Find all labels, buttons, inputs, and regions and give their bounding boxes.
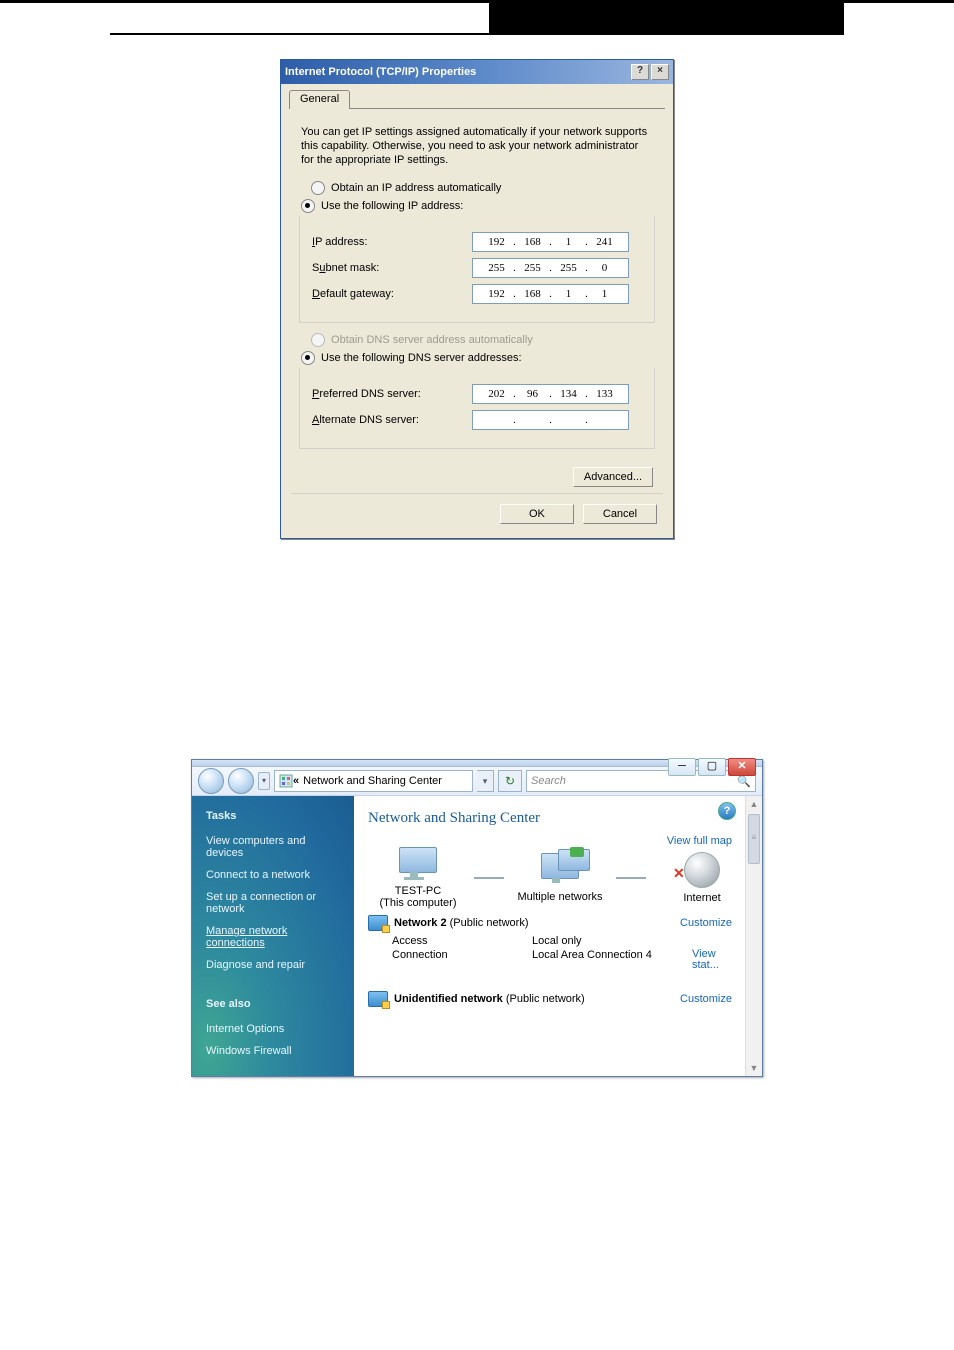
- window-chrome: ─ ▢ ✕: [192, 760, 762, 767]
- network-1-header: Network 2 (Public network) Customize: [368, 909, 752, 933]
- internet-icon: ✕: [684, 852, 720, 888]
- radio-obtain-dns-auto: Obtain DNS server address automatically: [311, 333, 665, 347]
- radio-obtain-ip-auto[interactable]: OObtain an IP address automaticallybtain…: [311, 181, 665, 195]
- help-button[interactable]: ?: [631, 64, 649, 80]
- scroll-down-icon[interactable]: ▼: [746, 1060, 762, 1076]
- this-computer-icon: [396, 847, 440, 881]
- content-title: Network and Sharing Center: [368, 810, 752, 827]
- dialog-title: Internet Protocol (TCP/IP) Properties: [285, 66, 629, 78]
- search-icon: 🔍: [737, 775, 751, 788]
- nav-back-button[interactable]: [198, 768, 224, 794]
- control-panel-icon: [279, 774, 293, 788]
- sidebar-link-internet-options[interactable]: Internet Options: [206, 1023, 340, 1035]
- content-pane: ? ▲ ▼ Network and Sharing Center View fu…: [354, 796, 762, 1076]
- network-1-name: Network 2: [394, 917, 447, 929]
- breadcrumb-bar[interactable]: « Network and Sharing Center: [274, 770, 473, 792]
- this-computer-sub: (This computer): [368, 897, 468, 909]
- nav-forward-button[interactable]: [228, 768, 254, 794]
- dns-fieldset: Preferred DNS server: 202. 96. 134. 133 …: [299, 368, 655, 449]
- default-gateway-label: Default gateway:: [312, 288, 472, 300]
- this-computer-name: TEST-PC: [368, 885, 468, 897]
- minimize-button[interactable]: ─: [668, 758, 696, 776]
- tab-general[interactable]: General: [289, 90, 350, 109]
- sidebar-link-windows-firewall[interactable]: Windows Firewall: [206, 1045, 340, 1057]
- network-adapter-icon: [368, 991, 388, 1007]
- disconnected-x-icon: ✕: [673, 865, 685, 882]
- sidebar-link-manage-connections[interactable]: Manage network connections: [206, 925, 340, 949]
- address-dropdown[interactable]: ▾: [477, 770, 494, 792]
- internet-label: Internet: [652, 892, 752, 904]
- default-gateway-input[interactable]: 192. 168. 1. 1: [472, 284, 629, 304]
- sidebar-link-setup-connection[interactable]: Set up a connection or network: [206, 891, 340, 915]
- subnet-mask-label: Subnet mask:: [312, 262, 472, 274]
- view-full-map-link[interactable]: View full map: [667, 835, 732, 847]
- view-status-link[interactable]: View stat...: [692, 949, 732, 971]
- network-map: TEST-PC (This computer) Multiple network…: [368, 847, 752, 909]
- alternate-dns-label: Alternate DNS server:: [312, 414, 472, 426]
- breadcrumb-text: Network and Sharing Center: [303, 775, 442, 787]
- subnet-mask-input[interactable]: 255. 255. 255. 0: [472, 258, 629, 278]
- tasks-heading: Tasks: [206, 810, 340, 822]
- vertical-scrollbar[interactable]: ▲ ▼: [745, 796, 762, 1076]
- intro-text: You can get IP settings assigned automat…: [301, 125, 653, 167]
- network-2-type: (Public network): [506, 993, 585, 1005]
- network-1-customize-link[interactable]: Customize: [680, 917, 732, 929]
- network-2-name: Unidentified network: [394, 993, 503, 1005]
- preferred-dns-input[interactable]: 202. 96. 134. 133: [472, 384, 629, 404]
- multiple-networks-label: Multiple networks: [510, 891, 610, 903]
- network-1-connection-row: Connection Local Area Connection 4 View …: [368, 947, 752, 971]
- header-black-bar: [489, 3, 844, 33]
- maximize-button[interactable]: ▢: [698, 758, 726, 776]
- network-adapter-icon: [368, 915, 388, 931]
- tab-strip: General: [289, 90, 665, 109]
- scroll-up-icon[interactable]: ▲: [746, 796, 762, 812]
- tasks-sidebar: Tasks View computers and devices Connect…: [192, 796, 354, 1076]
- help-icon[interactable]: ?: [718, 802, 736, 820]
- sidebar-link-connect-network[interactable]: Connect to a network: [206, 869, 340, 881]
- sidebar-link-diagnose[interactable]: Diagnose and repair: [206, 959, 340, 971]
- header-divider: [110, 33, 844, 35]
- breadcrumb-chevron-icon: «: [293, 775, 299, 787]
- close-button[interactable]: ×: [651, 64, 669, 80]
- refresh-button[interactable]: ↻: [498, 770, 522, 792]
- cancel-button[interactable]: Cancel: [583, 504, 657, 524]
- nav-history-dropdown[interactable]: ▾: [258, 772, 270, 790]
- network-1-access-row: Access Local only: [368, 933, 752, 947]
- preferred-dns-label: Preferred DNS server:: [312, 388, 472, 400]
- ip-address-label: IP address:: [312, 236, 472, 248]
- network-1-type: (Public network): [450, 917, 529, 929]
- see-also-heading: See also: [206, 998, 340, 1010]
- scroll-thumb[interactable]: [748, 814, 760, 864]
- network-sharing-center-window: ─ ▢ ✕ ▾ « Network and Sharing Center ▾ ↻…: [191, 759, 763, 1077]
- ip-fieldset: IP address: 192. 168. 1. 241 Subnet mask…: [299, 216, 655, 323]
- network-2-customize-link[interactable]: Customize: [680, 993, 732, 1005]
- dialog-title-bar[interactable]: Internet Protocol (TCP/IP) Properties ? …: [281, 60, 673, 84]
- alternate-dns-input[interactable]: . . .: [472, 410, 629, 430]
- close-window-button[interactable]: ✕: [728, 758, 756, 776]
- multiple-networks-icon: [538, 853, 582, 887]
- advanced-button[interactable]: Advanced...: [573, 467, 653, 487]
- network-2-header: Unidentified network (Public network) Cu…: [368, 985, 752, 1009]
- sidebar-link-view-computers[interactable]: View computers and devices: [206, 835, 340, 859]
- ok-button[interactable]: OK: [500, 504, 574, 524]
- ip-address-input[interactable]: 192. 168. 1. 241: [472, 232, 629, 252]
- tcpip-properties-dialog: Internet Protocol (TCP/IP) Properties ? …: [280, 59, 674, 539]
